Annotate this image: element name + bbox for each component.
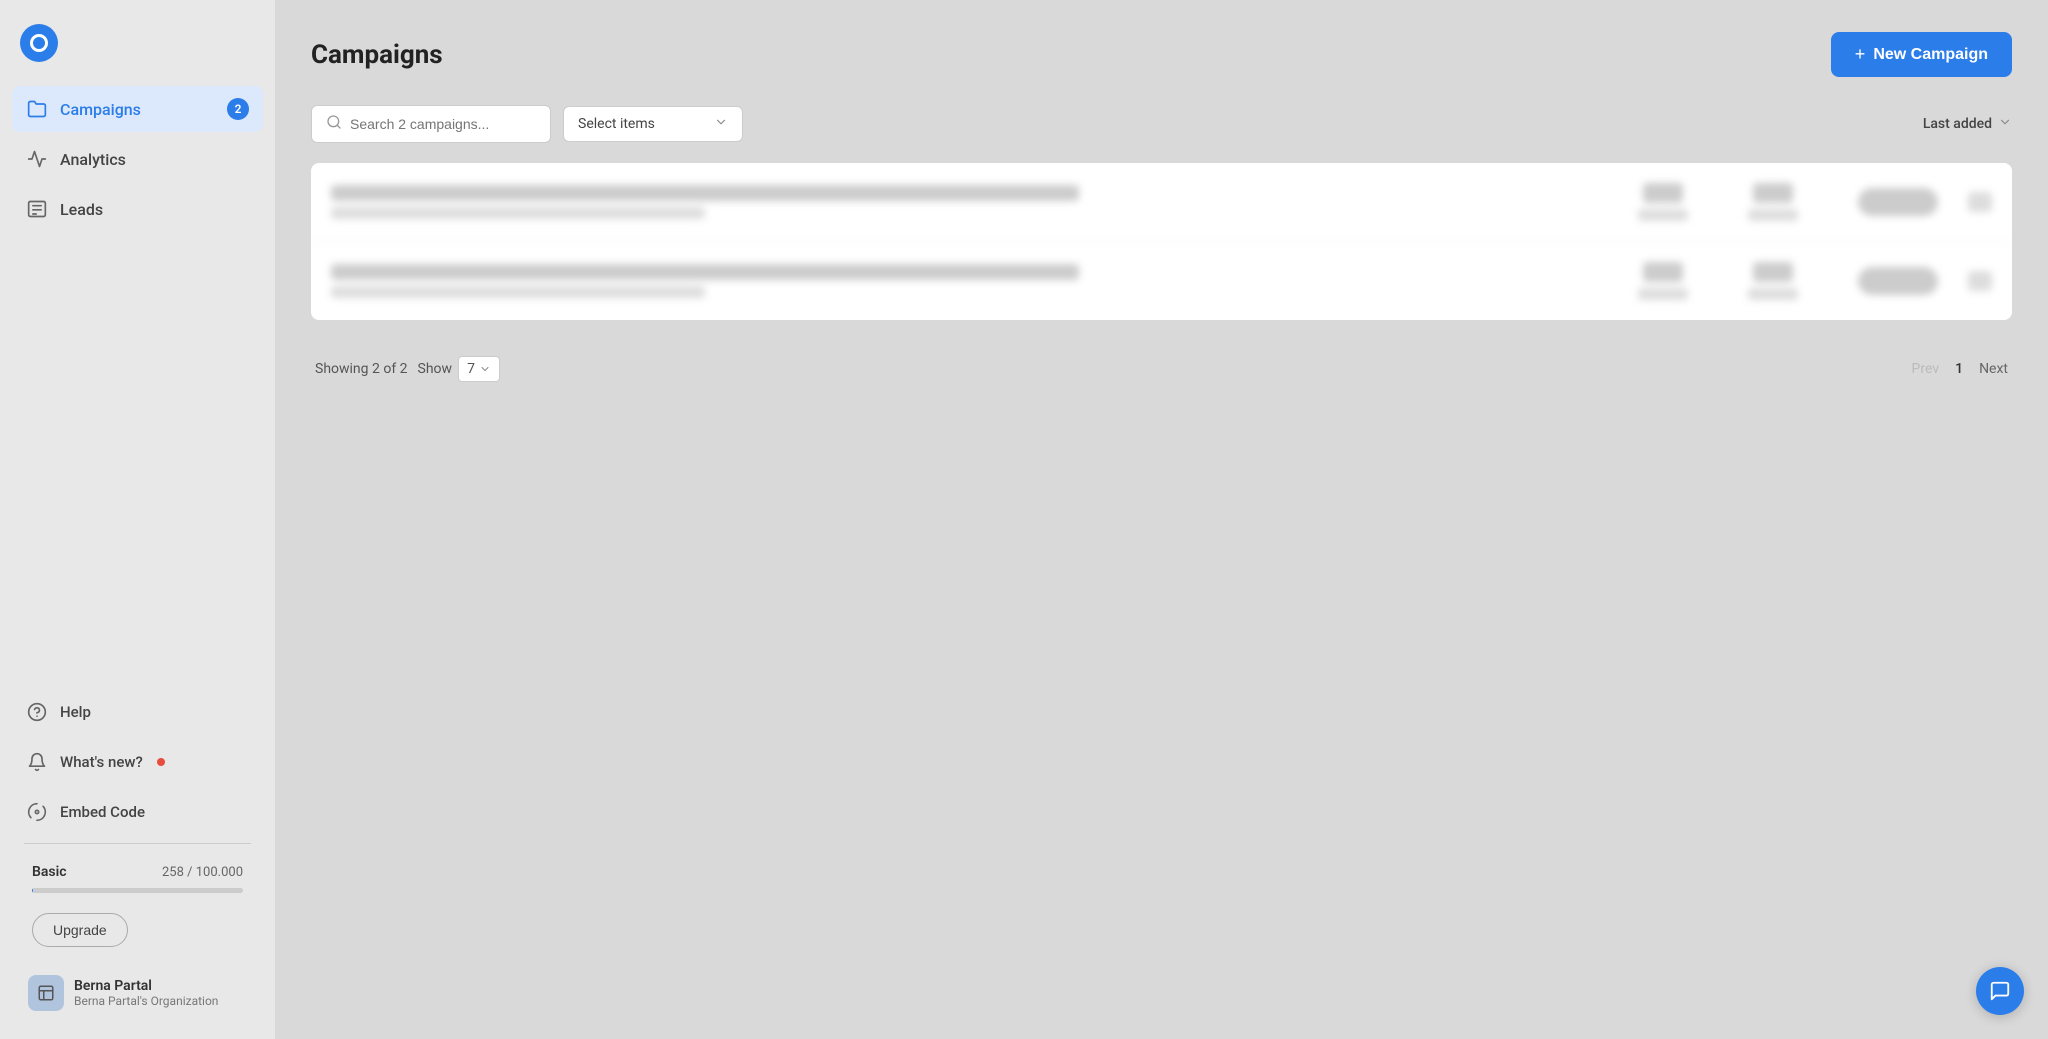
sidebar-item-analytics[interactable]: Analytics: [12, 136, 263, 182]
leads-icon: [26, 198, 48, 220]
sidebar-item-campaigns[interactable]: Campaigns 2: [12, 86, 263, 132]
toolbar: Select items Last added: [311, 105, 2012, 143]
table-row[interactable]: [311, 242, 2012, 320]
usage-value: 258 / 100.000: [162, 865, 243, 880]
current-page: 1: [1955, 361, 1963, 377]
user-org: Berna Partal's Organization: [74, 994, 218, 1008]
stat-value: [1753, 262, 1793, 282]
embed-icon: [26, 801, 48, 823]
avatar: [28, 975, 64, 1011]
usage-section: Basic 258 / 100.000: [12, 852, 263, 901]
sidebar-item-help[interactable]: Help: [12, 689, 263, 735]
campaign-stat-2: [1748, 183, 1798, 221]
campaign-name: [331, 185, 1079, 201]
sidebar-item-help-label: Help: [60, 703, 91, 721]
next-button[interactable]: Next: [1979, 361, 2008, 377]
sidebar-item-leads[interactable]: Leads: [12, 186, 263, 232]
show-label: Show: [418, 361, 453, 377]
search-input[interactable]: [350, 116, 536, 132]
per-page-select[interactable]: 7: [458, 356, 500, 382]
campaigns-badge: 2: [227, 98, 249, 120]
new-campaign-label: New Campaign: [1873, 46, 1988, 64]
campaign-list: [311, 163, 2012, 320]
campaign-name: [331, 264, 1079, 280]
stat-value: [1643, 262, 1683, 282]
per-page-value: 7: [467, 361, 475, 377]
sidebar: Campaigns 2 Analytics Leads: [0, 0, 275, 1039]
chevron-down-icon: [479, 363, 491, 375]
sidebar-logo: [0, 16, 275, 86]
whats-new-notification-dot: [157, 758, 165, 766]
sort-label: Last added: [1923, 116, 1992, 132]
app-logo[interactable]: [20, 24, 58, 62]
sidebar-bottom: Help What's new? Embed Code: [0, 689, 275, 1023]
user-profile[interactable]: Berna Partal Berna Partal's Organization: [12, 963, 263, 1023]
table-row[interactable]: [311, 163, 2012, 242]
stat-label: [1748, 288, 1798, 300]
stat-label: [1748, 209, 1798, 221]
sidebar-item-leads-label: Leads: [60, 200, 103, 219]
sidebar-item-embed-code[interactable]: Embed Code: [12, 789, 263, 835]
campaign-stat-1: [1638, 262, 1688, 300]
help-icon: [26, 701, 48, 723]
sidebar-item-campaigns-label: Campaigns: [60, 100, 141, 119]
prev-button[interactable]: Prev: [1912, 361, 1940, 377]
sidebar-item-embed-code-label: Embed Code: [60, 803, 145, 821]
campaign-status: [1858, 267, 1938, 295]
sidebar-divider: [24, 843, 251, 844]
analytics-icon: [26, 148, 48, 170]
sidebar-item-whats-new[interactable]: What's new?: [12, 739, 263, 785]
pagination: Showing 2 of 2 Show 7 Prev 1 Next: [311, 344, 2012, 394]
stat-label: [1638, 288, 1688, 300]
page-title: Campaigns: [311, 40, 443, 70]
search-box[interactable]: [311, 105, 551, 143]
chat-bubble-button[interactable]: [1976, 967, 2024, 1015]
campaign-actions[interactable]: [1968, 271, 1992, 291]
user-name: Berna Partal: [74, 978, 218, 994]
campaign-info: [331, 185, 1578, 219]
sort-chevron-icon: [1998, 115, 2012, 133]
sidebar-item-whats-new-label: What's new?: [60, 753, 143, 771]
page-header: Campaigns + New Campaign: [311, 32, 2012, 77]
campaign-actions[interactable]: [1968, 192, 1992, 212]
main-nav: Campaigns 2 Analytics Leads: [0, 86, 275, 689]
showing-text: Showing 2 of 2: [315, 361, 408, 377]
sidebar-item-analytics-label: Analytics: [60, 150, 126, 169]
filter-label: Select items: [578, 116, 655, 132]
sort-dropdown[interactable]: Last added: [1923, 115, 2012, 133]
pagination-nav: Prev 1 Next: [1912, 361, 2008, 377]
show-select: Show 7: [418, 356, 500, 382]
search-icon: [326, 114, 342, 134]
usage-header: Basic 258 / 100.000: [32, 864, 243, 880]
usage-plan-label: Basic: [32, 864, 67, 880]
main-content: Campaigns + New Campaign Select items: [275, 0, 2048, 1039]
usage-bar-background: [32, 888, 243, 893]
campaign-status: [1858, 188, 1938, 216]
upgrade-button[interactable]: Upgrade: [32, 913, 128, 947]
chevron-down-icon: [714, 115, 728, 133]
user-info: Berna Partal Berna Partal's Organization: [74, 978, 218, 1008]
campaign-meta: [331, 286, 705, 298]
usage-bar-fill: [32, 888, 33, 893]
campaign-info: [331, 264, 1578, 298]
plus-icon: +: [1855, 44, 1866, 65]
folder-icon: [26, 98, 48, 120]
bell-icon: [26, 751, 48, 773]
campaign-stat-1: [1638, 183, 1688, 221]
logo-inner-circle: [30, 34, 48, 52]
stat-value: [1753, 183, 1793, 203]
stat-label: [1638, 209, 1688, 221]
campaign-meta: [331, 207, 705, 219]
campaign-stat-2: [1748, 262, 1798, 300]
filter-dropdown[interactable]: Select items: [563, 106, 743, 142]
pagination-info: Showing 2 of 2 Show 7: [315, 356, 500, 382]
chat-icon: [1989, 980, 2011, 1002]
new-campaign-button[interactable]: + New Campaign: [1831, 32, 2012, 77]
stat-value: [1643, 183, 1683, 203]
